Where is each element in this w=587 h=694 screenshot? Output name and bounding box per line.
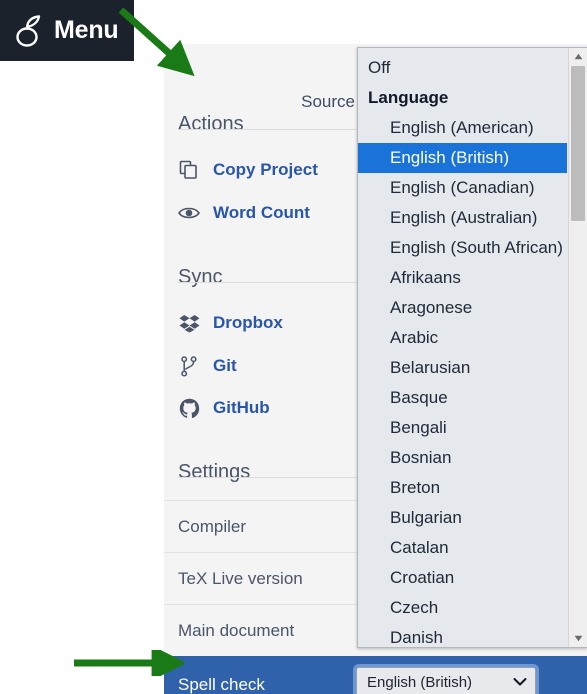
dropdown-option[interactable]: Arabic — [358, 323, 567, 353]
link-github[interactable]: GitHub — [178, 394, 270, 422]
dropdown-option[interactable]: Aragonese — [358, 293, 567, 323]
spell-check-language-select[interactable]: English (British) — [356, 667, 536, 694]
eye-icon — [178, 202, 200, 224]
chevron-down-icon — [513, 674, 527, 691]
dropdown-option[interactable]: Off — [358, 53, 567, 83]
link-label: Dropbox — [213, 313, 283, 332]
dropdown-group-label: Language — [368, 88, 449, 107]
section-heading-actions: Actions — [178, 112, 244, 135]
link-copy-project[interactable]: Copy Project — [178, 156, 318, 184]
spell-check-language-dropdown[interactable]: Off Language English (American) English (Br… — [357, 47, 587, 648]
settings-row-label: Compiler — [178, 516, 247, 536]
dropdown-option[interactable]: Afrikaans — [358, 263, 567, 293]
dropdown-option[interactable]: English (Australian) — [358, 203, 567, 233]
dropdown-option[interactable]: Belarusian — [358, 353, 567, 383]
copy-icon — [178, 159, 200, 181]
section-heading-sync: Sync — [178, 265, 223, 288]
dropdown-option[interactable]: Basque — [358, 383, 567, 413]
dropdown-option[interactable]: English (American) — [358, 113, 567, 143]
settings-row-label: Spell check — [178, 674, 265, 694]
link-label: Word Count — [213, 203, 310, 222]
dropdown-option[interactable]: Danish — [358, 623, 567, 647]
link-dropbox[interactable]: Dropbox — [178, 309, 283, 337]
dropdown-option[interactable]: Croatian — [358, 563, 567, 593]
menu-label: Menu — [54, 16, 119, 44]
dropdown-scrollbar[interactable] — [568, 48, 587, 647]
settings-row-spell-check[interactable]: Spell check English (British) — [164, 656, 587, 694]
dropdown-option[interactable]: English (South African) — [358, 233, 567, 263]
dropdown-option[interactable]: Bengali — [358, 413, 567, 443]
scroll-up-arrow-icon[interactable] — [569, 48, 587, 65]
dropdown-option[interactable]: Bulgarian — [358, 503, 567, 533]
overleaf-logo-icon — [16, 14, 41, 47]
settings-row-label: TeX Live version — [178, 568, 303, 588]
git-branch-icon — [178, 355, 200, 377]
link-label: GitHub — [213, 398, 270, 417]
source-label: Source — [301, 92, 355, 111]
dropdown-option-list[interactable]: Off Language English (American) English (Br… — [358, 48, 567, 647]
link-label: Copy Project — [213, 160, 318, 179]
dropdown-option[interactable]: Catalan — [358, 533, 567, 563]
dropdown-option[interactable]: English (Canadian) — [358, 173, 567, 203]
link-git[interactable]: Git — [178, 352, 237, 380]
section-heading-settings: Settings — [178, 460, 251, 483]
settings-row-label: Main document — [178, 620, 295, 640]
menu-bar[interactable]: Menu — [0, 0, 134, 61]
dropdown-option[interactable]: Breton — [358, 473, 567, 503]
spell-check-select-value: English (British) — [367, 674, 473, 691]
github-icon — [178, 397, 200, 419]
dropdown-option[interactable]: English (British) — [358, 143, 567, 173]
link-label: Git — [213, 356, 237, 375]
dropbox-icon — [178, 312, 200, 334]
dropdown-option[interactable]: Bosnian — [358, 443, 567, 473]
link-word-count[interactable]: Word Count — [178, 199, 310, 227]
dropdown-scrollbar-thumb[interactable] — [571, 66, 585, 221]
scroll-down-arrow-icon[interactable] — [569, 630, 587, 647]
dropdown-option[interactable]: Czech — [358, 593, 567, 623]
